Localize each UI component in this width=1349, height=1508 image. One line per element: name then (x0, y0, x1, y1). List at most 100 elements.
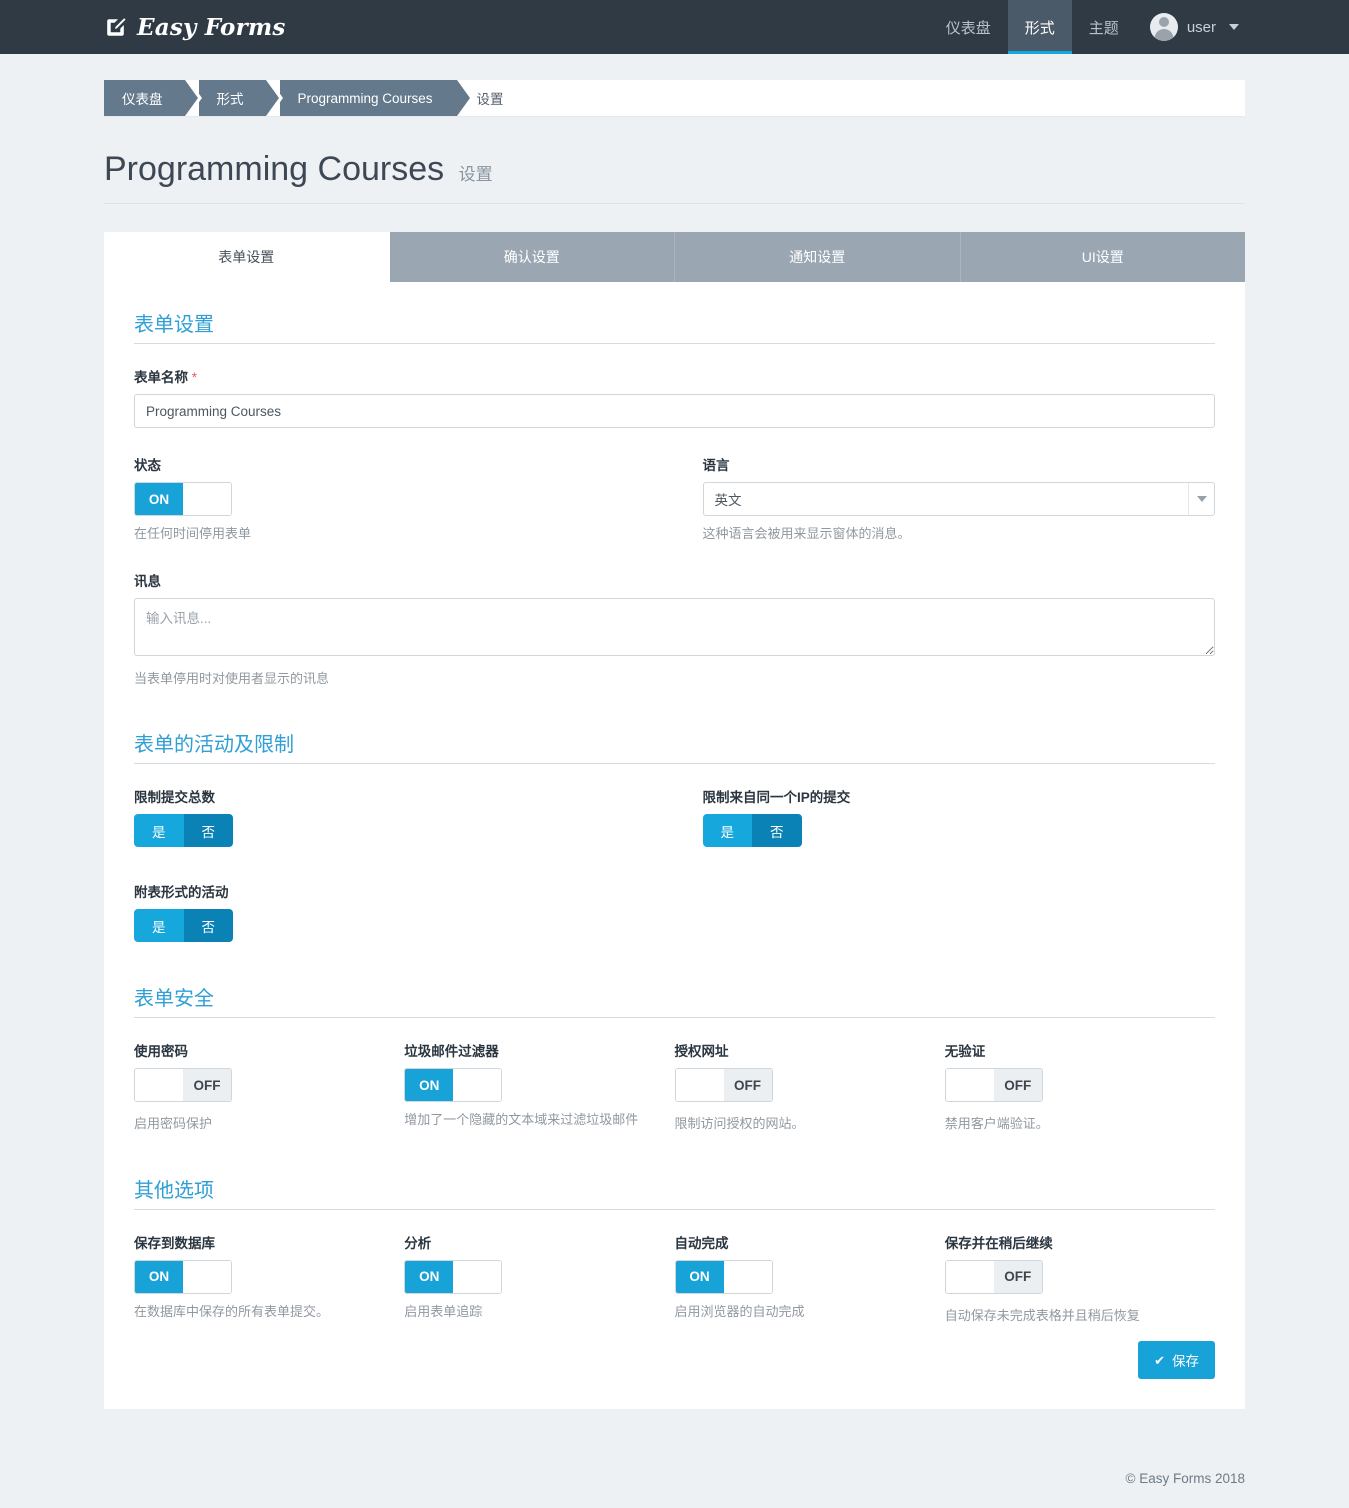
yes-button[interactable]: 是 (134, 814, 184, 847)
tab-ui-settings[interactable]: UI设置 (960, 232, 1245, 282)
brand-logo[interactable]: Easy Forms (0, 0, 286, 54)
schedule-form-activity-toggle[interactable]: 是 否 (134, 909, 233, 942)
nav-item-dashboard[interactable]: 仪表盘 (929, 0, 1008, 54)
label-language: 语言 (702, 458, 730, 473)
nav-item-forms[interactable]: 形式 (1007, 0, 1072, 54)
no-button[interactable]: 否 (752, 814, 802, 847)
section-title-form-security: 表单安全 (134, 988, 214, 1010)
user-name: user (1186, 18, 1216, 36)
page-container: 仪表盘 形式 Programming Courses 设置 Programmin… (0, 54, 1349, 1455)
toggle-handle (723, 1260, 772, 1293)
no-validation-toggle[interactable]: OFF (944, 1068, 1043, 1102)
label-form-name-text: 表单名称 (134, 370, 188, 385)
language-select-wrapper: 英文 (702, 482, 1215, 516)
use-password-toggle[interactable]: OFF (134, 1068, 232, 1102)
field-analytics: 分析 ON 启用表单追踪 (404, 1232, 674, 1326)
field-save-to-database: 保存到数据库 ON 在数据库中保存的所有表单提交。 (134, 1232, 404, 1326)
footer: © Easy Forms 2018 (0, 1455, 1349, 1508)
chevron-down-icon[interactable] (1188, 483, 1214, 515)
toggle-handle (675, 1069, 724, 1101)
row-other-options: 保存到数据库 ON 在数据库中保存的所有表单提交。 分析 ON 启用表单追踪 自… (134, 1232, 1215, 1326)
required-marker: * (191, 370, 198, 385)
pencil-square-icon (104, 15, 128, 39)
settings-tabs: 表单设置 确认设置 通知设置 UI设置 (104, 232, 1245, 282)
field-form-name: 表单名称 * (134, 366, 1215, 428)
navbar-right: 仪表盘 形式 主题 user (929, 0, 1349, 54)
message-textarea[interactable] (134, 597, 1215, 656)
page-header: Programming Courses 设置 (104, 116, 1245, 204)
spam-filter-toggle[interactable]: ON (404, 1068, 503, 1102)
authorized-url-toggle[interactable]: OFF (674, 1068, 773, 1102)
footer-copyright: © Easy Forms 2018 (1125, 1471, 1246, 1486)
avatar (1149, 13, 1178, 41)
help-save-to-database: 在数据库中保存的所有表单提交。 (134, 1303, 330, 1319)
toggle-off-label: OFF (183, 1069, 231, 1101)
section-title-form-settings: 表单设置 (134, 314, 214, 336)
help-spam-filter: 增加了一个隐藏的文本域来过滤垃圾邮件 (404, 1112, 639, 1127)
label-authorized-url: 授权网址 (674, 1044, 729, 1059)
breadcrumb-item-forms[interactable]: 形式 (198, 80, 283, 116)
save-button[interactable]: ✔ 保存 (1138, 1341, 1215, 1379)
help-analytics: 启用表单追踪 (404, 1303, 483, 1319)
save-to-database-toggle[interactable]: ON (134, 1259, 232, 1294)
help-authorized-url: 限制访问授权的网站。 (674, 1116, 805, 1131)
tab-notification-settings[interactable]: 通知设置 (675, 232, 961, 282)
toggle-handle (453, 1260, 502, 1293)
autocomplete-toggle[interactable]: ON (674, 1259, 773, 1294)
section-divider (134, 343, 1215, 344)
brand-name: Easy Forms (137, 13, 286, 41)
settings-panel-wrapper: 表单设置 确认设置 通知设置 UI设置 表单设置 表单名称 * 状态 (104, 232, 1245, 1455)
check-icon: ✔ (1154, 1352, 1165, 1368)
limit-total-submissions-toggle[interactable]: 是 否 (134, 814, 233, 847)
breadcrumb-item-form[interactable]: Programming Courses (279, 80, 470, 116)
section-divider (134, 763, 1215, 764)
limit-same-ip-toggle[interactable]: 是 否 (702, 814, 802, 847)
label-message: 讯息 (134, 573, 161, 589)
status-toggle-handle (183, 483, 231, 515)
section-title-other-options: 其他选项 (134, 1179, 214, 1202)
toggle-handle (945, 1260, 994, 1293)
breadcrumb-item-dashboard[interactable]: 仪表盘 (104, 80, 201, 116)
toggle-on-label: ON (675, 1260, 724, 1293)
user-menu[interactable]: user (1136, 0, 1245, 54)
form-settings-panel: 表单设置 表单名称 * 状态 ON 在任何时间停用表单 (104, 282, 1245, 1409)
no-button[interactable]: 否 (183, 814, 233, 847)
label-autocomplete: 自动完成 (674, 1235, 729, 1251)
panel-actions: ✔ 保存 (134, 1325, 1215, 1379)
toggle-handle (945, 1069, 994, 1101)
status-toggle[interactable]: ON (134, 482, 232, 516)
help-language: 这种语言会被用来显示窗体的消息。 (702, 526, 911, 541)
nav-item-themes[interactable]: 主题 (1072, 0, 1136, 54)
save-and-continue-toggle[interactable]: OFF (944, 1259, 1043, 1294)
toggle-on-label: ON (405, 1260, 454, 1293)
field-authorized-url: 授权网址 OFF 限制访问授权的网站。 (674, 1040, 945, 1134)
field-spam-filter: 垃圾邮件过滤器 ON 增加了一个隐藏的文本域来过滤垃圾邮件 (404, 1040, 674, 1134)
field-limit-total-submissions: 限制提交总数 是 否 (134, 786, 675, 847)
label-status: 状态 (134, 458, 161, 473)
label-limit-total-submissions: 限制提交总数 (134, 790, 215, 805)
toggle-handle (453, 1069, 502, 1101)
yes-button[interactable]: 是 (702, 814, 752, 847)
field-limit-same-ip: 限制来自同一个IP的提交 是 否 (675, 786, 1216, 847)
help-autocomplete: 启用浏览器的自动完成 (674, 1303, 805, 1319)
help-use-password: 启用密码保护 (134, 1116, 213, 1131)
label-save-and-continue: 保存并在稍后继续 (944, 1235, 1053, 1251)
no-button[interactable]: 否 (183, 909, 233, 942)
tab-confirmation-settings[interactable]: 确认设置 (389, 232, 675, 282)
language-select[interactable]: 英文 (702, 482, 1215, 516)
form-name-input[interactable] (134, 394, 1215, 428)
label-save-to-database: 保存到数据库 (134, 1235, 215, 1251)
label-spam-filter: 垃圾邮件过滤器 (404, 1044, 499, 1059)
tab-form-settings[interactable]: 表单设置 (104, 232, 390, 282)
yes-button[interactable]: 是 (134, 909, 184, 942)
field-message: 讯息 当表单停用时对使用者显示的讯息 (134, 570, 1215, 689)
analytics-toggle[interactable]: ON (404, 1259, 503, 1294)
save-button-label: 保存 (1172, 1354, 1199, 1369)
toggle-handle (135, 1069, 183, 1101)
section-title-activity-limits: 表单的活动及限制 (134, 734, 294, 756)
field-autocomplete: 自动完成 ON 启用浏览器的自动完成 (674, 1232, 945, 1326)
